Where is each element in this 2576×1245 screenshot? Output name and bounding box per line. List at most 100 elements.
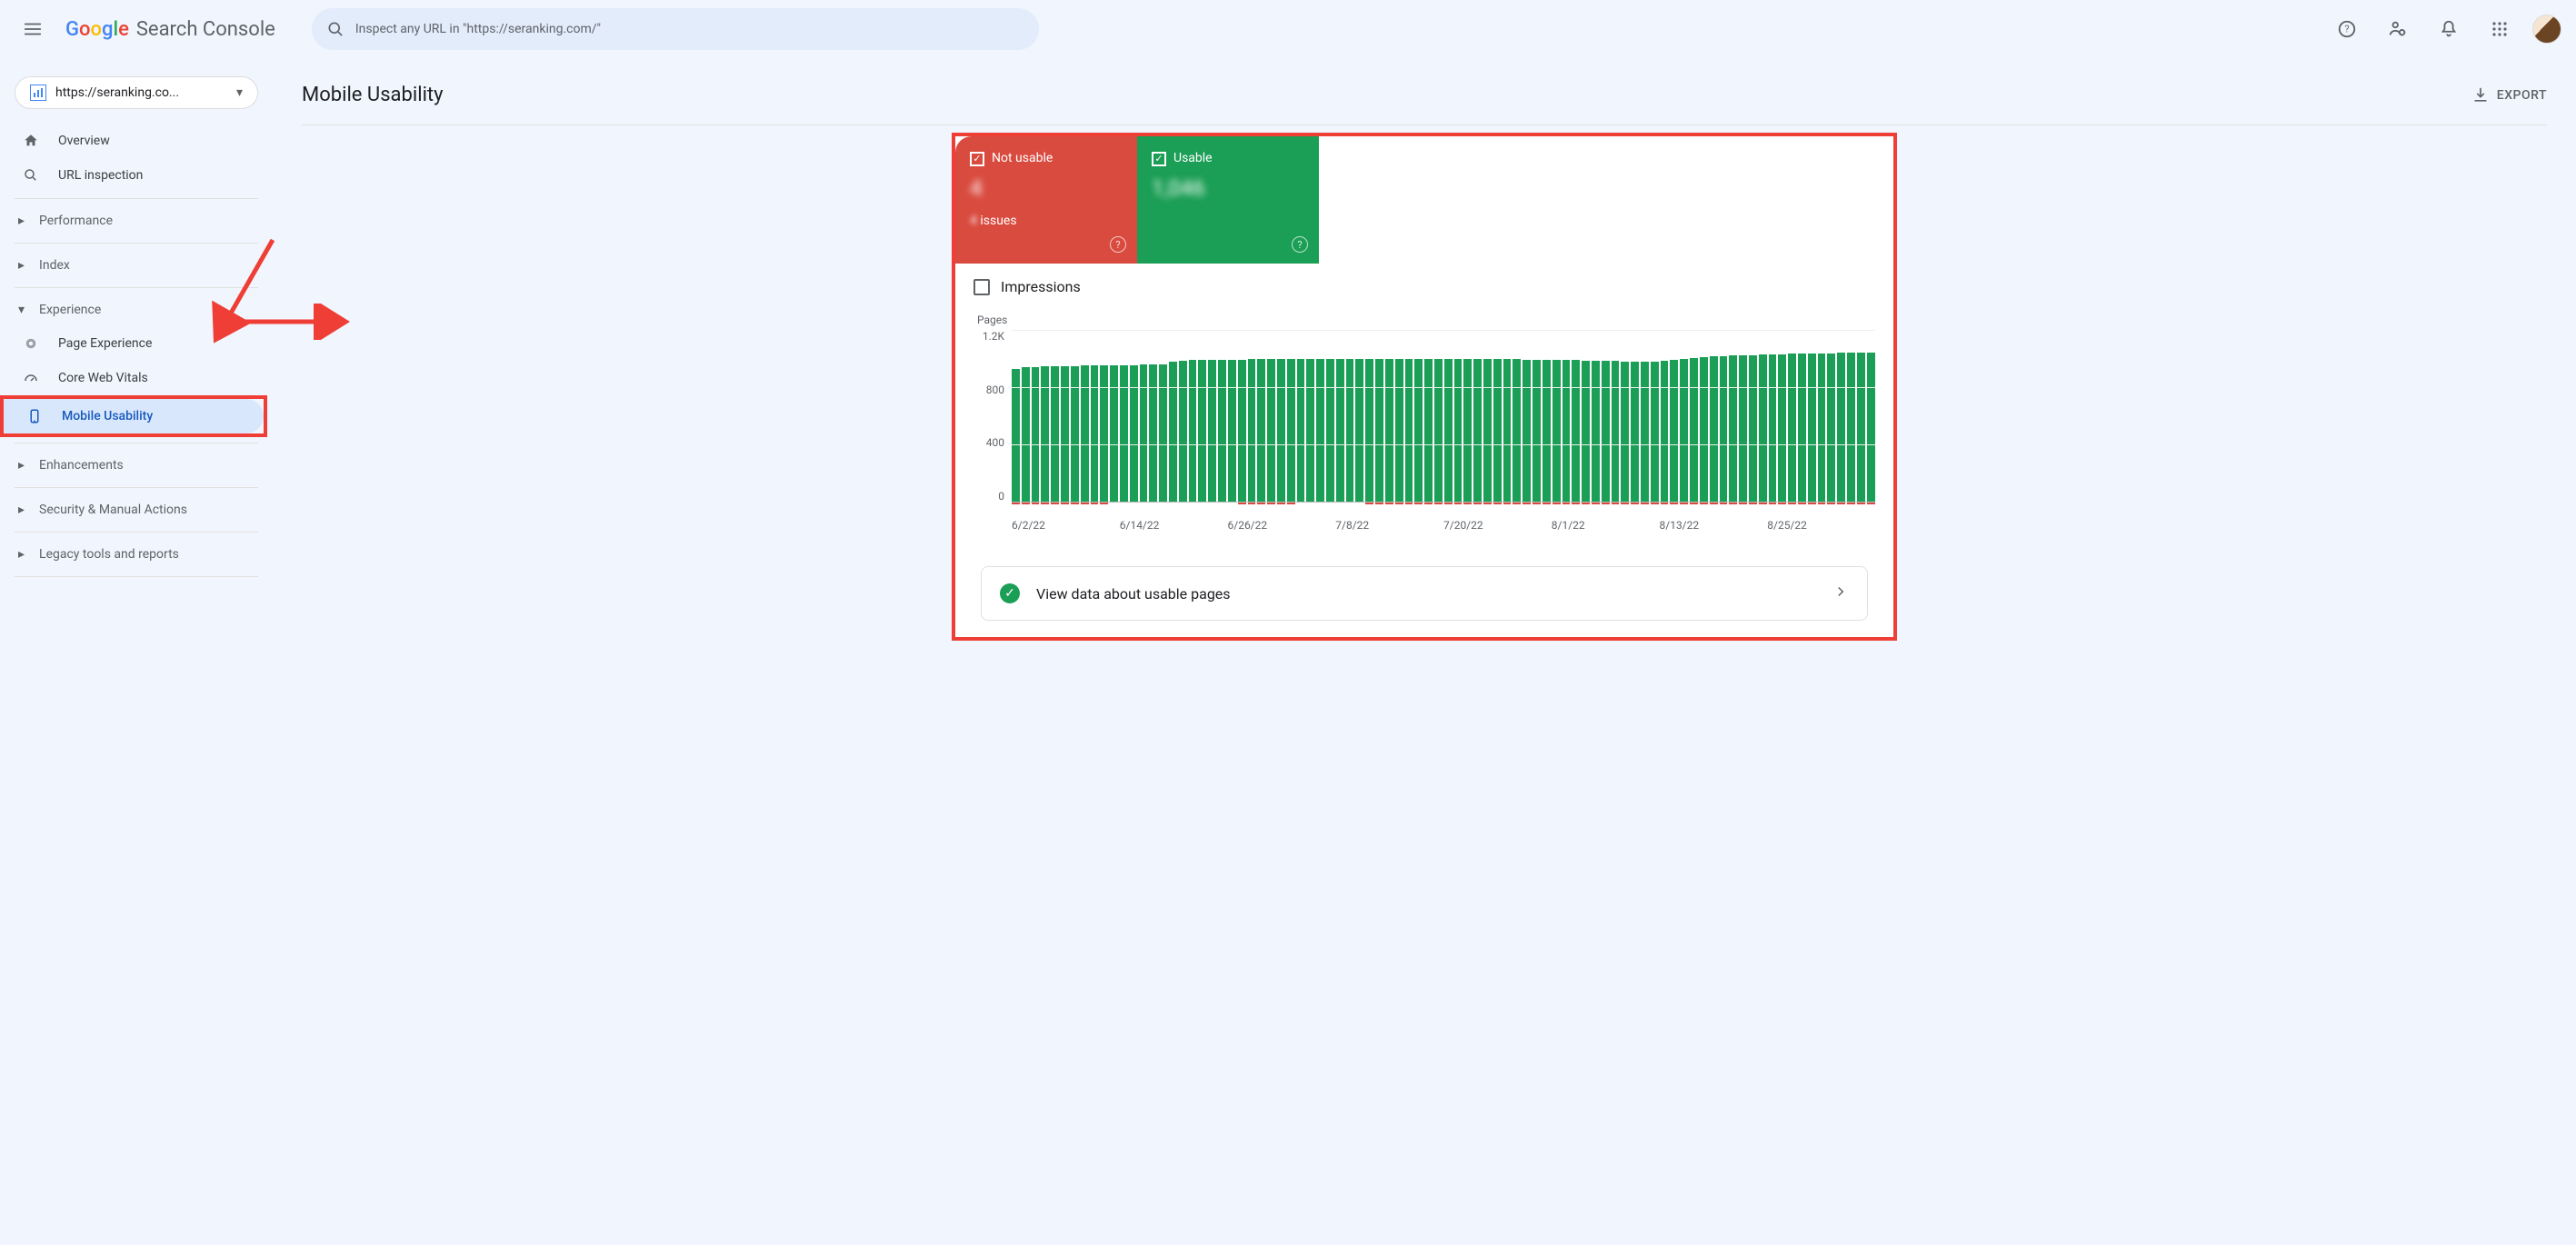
chart-bar[interactable] [1749, 355, 1757, 502]
chart-bar[interactable] [1641, 362, 1649, 502]
help-icon[interactable]: ? [1292, 236, 1308, 253]
avatar[interactable] [2532, 15, 2561, 44]
chart-bar[interactable] [1690, 358, 1698, 502]
notifications-icon[interactable] [2431, 11, 2467, 47]
chart-bar[interactable] [1602, 361, 1610, 502]
chart-bar[interactable] [1434, 359, 1443, 503]
chart-bar[interactable] [1788, 354, 1796, 502]
chart-bar[interactable] [1444, 359, 1453, 503]
chart-bar[interactable] [1769, 354, 1777, 502]
chart-bar[interactable] [1277, 359, 1285, 502]
chart-bar[interactable] [1405, 359, 1413, 503]
chart-bar[interactable] [1857, 353, 1865, 502]
chart-bar[interactable] [1287, 359, 1295, 502]
chart-bar[interactable] [1100, 365, 1108, 502]
chart-bar[interactable] [1208, 360, 1216, 502]
chart-bar[interactable] [1483, 359, 1492, 502]
chart-bar[interactable] [1424, 359, 1433, 503]
chart-bar[interactable] [1091, 365, 1099, 502]
chart-bar[interactable] [1710, 356, 1718, 502]
chart-bar[interactable] [1228, 360, 1236, 502]
chart-bar[interactable] [1631, 362, 1639, 502]
url-inspect-search[interactable]: Inspect any URL in "https://seranking.co… [312, 8, 1039, 50]
chart-bar[interactable] [1493, 359, 1502, 502]
chart-bar[interactable] [1169, 362, 1177, 502]
chart-bar[interactable] [1592, 361, 1600, 502]
chart-bar[interactable] [1808, 354, 1816, 502]
help-icon[interactable]: ? [2329, 11, 2365, 47]
chart-bar[interactable] [1473, 359, 1482, 502]
chart-bar[interactable] [1837, 353, 1845, 502]
chart-bar[interactable] [1818, 354, 1826, 502]
chart-bar[interactable] [1012, 369, 1020, 502]
chart-bar[interactable] [1395, 359, 1403, 503]
chart-bar[interactable] [1778, 354, 1786, 502]
chart-bar[interactable] [1140, 364, 1148, 502]
sidebar-item-mobile-usability[interactable]: Mobile Usability [4, 399, 264, 433]
chart-bar[interactable] [1149, 364, 1157, 502]
sidebar-item-page-experience[interactable]: Page Experience [0, 326, 262, 361]
chart-bar[interactable] [1720, 356, 1728, 502]
chart-bar[interactable] [1355, 359, 1363, 502]
chart-bar[interactable] [1297, 359, 1305, 502]
chart-bar[interactable] [1238, 360, 1246, 502]
chart-bar[interactable] [1110, 365, 1118, 502]
sidebar-item-overview[interactable]: Overview [0, 124, 262, 158]
chart-bar[interactable] [1563, 360, 1571, 502]
sidebar-section-security[interactable]: ▸ Security & Manual Actions [0, 493, 262, 526]
chart-bar[interactable] [1463, 359, 1472, 502]
chart-bar[interactable] [1533, 360, 1541, 502]
sidebar-section-legacy[interactable]: ▸ Legacy tools and reports [0, 538, 262, 571]
chart-bar[interactable] [1316, 359, 1324, 502]
chart-bar[interactable] [1218, 360, 1226, 502]
chart-bar[interactable] [1414, 359, 1423, 503]
chart-bar[interactable] [1729, 355, 1737, 502]
chart-bar[interactable] [1543, 360, 1551, 502]
chart-bar[interactable] [1670, 360, 1678, 502]
chart-bar[interactable] [1513, 359, 1521, 502]
chart-bar[interactable] [1385, 359, 1393, 503]
chart-bar[interactable] [1651, 362, 1659, 502]
chart-bar[interactable] [1827, 354, 1835, 502]
chart-bar[interactable] [1503, 359, 1512, 502]
chart-bar[interactable] [1326, 359, 1334, 502]
chart-bar[interactable] [1739, 355, 1747, 502]
status-card-usable[interactable]: ✓Usable 1,046 ? [1137, 136, 1319, 264]
sidebar-section-experience[interactable]: ▾ Experience [0, 294, 262, 326]
status-card-not-usable[interactable]: ✓Not usable 4 4 issues ? [955, 136, 1137, 264]
chart-bar[interactable] [1582, 361, 1590, 502]
chart-bar[interactable] [1336, 359, 1344, 502]
help-icon[interactable]: ? [1110, 236, 1126, 253]
sidebar-item-url-inspection[interactable]: URL inspection [0, 158, 262, 193]
chart-bar[interactable] [1572, 360, 1580, 502]
chart-bar[interactable] [1847, 353, 1855, 502]
chart-bar[interactable] [1179, 361, 1187, 502]
chart-bar[interactable] [1189, 360, 1197, 502]
chart-bar[interactable] [1257, 359, 1265, 502]
account-settings-icon[interactable] [2380, 11, 2416, 47]
chart-bar[interactable] [1346, 359, 1354, 502]
sidebar-section-performance[interactable]: ▸ Performance [0, 204, 262, 237]
chart-bar[interactable] [1306, 359, 1314, 502]
chart-bar[interactable] [1553, 360, 1561, 502]
chart-bar[interactable] [1198, 360, 1206, 502]
sidebar-section-enhancements[interactable]: ▸ Enhancements [0, 449, 262, 482]
chart-bar[interactable] [1798, 354, 1806, 502]
chart-bar[interactable] [1081, 365, 1089, 502]
chart-bar[interactable] [1130, 365, 1138, 502]
impressions-checkbox[interactable] [973, 279, 990, 295]
property-selector[interactable]: https://seranking.co... ▾ [15, 76, 258, 109]
hamburger-menu[interactable] [15, 11, 51, 47]
chart-bar[interactable] [1523, 360, 1531, 502]
chart-bar[interactable] [1700, 357, 1708, 502]
chart-bar[interactable] [1621, 362, 1629, 502]
chart-bar[interactable] [1867, 353, 1875, 502]
chart-bar[interactable] [1267, 359, 1275, 502]
sidebar-section-index[interactable]: ▸ Index [0, 249, 262, 282]
chart-bar[interactable] [1680, 359, 1688, 502]
chart-bar[interactable] [1375, 359, 1383, 503]
chart-bar[interactable] [1661, 361, 1669, 502]
chart-bar[interactable] [1612, 361, 1620, 502]
chart-bar[interactable] [1759, 354, 1767, 502]
view-usable-pages-button[interactable]: ✓ View data about usable pages [981, 566, 1868, 621]
